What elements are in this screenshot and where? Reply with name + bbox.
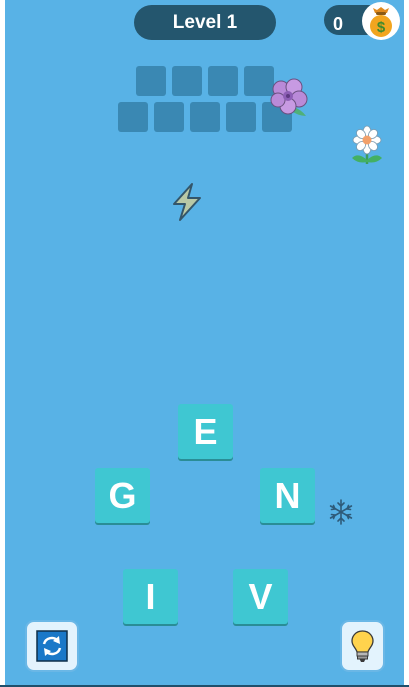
answer-slot — [118, 102, 148, 132]
level-indicator: Level 1 — [134, 5, 276, 40]
level-label: Level 1 — [172, 11, 238, 33]
answer-slot — [208, 66, 238, 96]
snowflake-icon — [328, 499, 354, 530]
hibiscus-flower-icon — [268, 76, 310, 123]
answer-slot — [172, 66, 202, 96]
answer-slot — [136, 66, 166, 96]
letter-tile-v[interactable]: V — [233, 569, 288, 624]
answer-slot — [226, 102, 256, 132]
answer-slot — [154, 102, 184, 132]
answer-slot — [190, 102, 220, 132]
shuffle-button[interactable] — [25, 620, 79, 672]
coin-count: 0 — [333, 14, 344, 34]
letter-tile-n[interactable]: N — [260, 468, 315, 523]
letter-tile-i[interactable]: I — [123, 569, 178, 624]
money-bag-icon: $ — [362, 2, 400, 40]
letter-tile-e[interactable]: E — [178, 404, 233, 459]
daisy-flower-icon — [348, 124, 386, 173]
lightning-icon — [168, 182, 206, 227]
letter-i-label: I — [145, 575, 156, 617]
shuffle-icon — [36, 630, 68, 662]
letter-v-label: V — [248, 575, 273, 617]
letter-e-label: E — [193, 410, 218, 452]
svg-text:$: $ — [377, 19, 386, 36]
lightbulb-icon — [351, 630, 374, 662]
letter-g-label: G — [108, 474, 137, 516]
letter-n-label: N — [274, 474, 301, 516]
hint-button[interactable] — [340, 620, 385, 672]
letter-tile-g[interactable]: G — [95, 468, 150, 523]
